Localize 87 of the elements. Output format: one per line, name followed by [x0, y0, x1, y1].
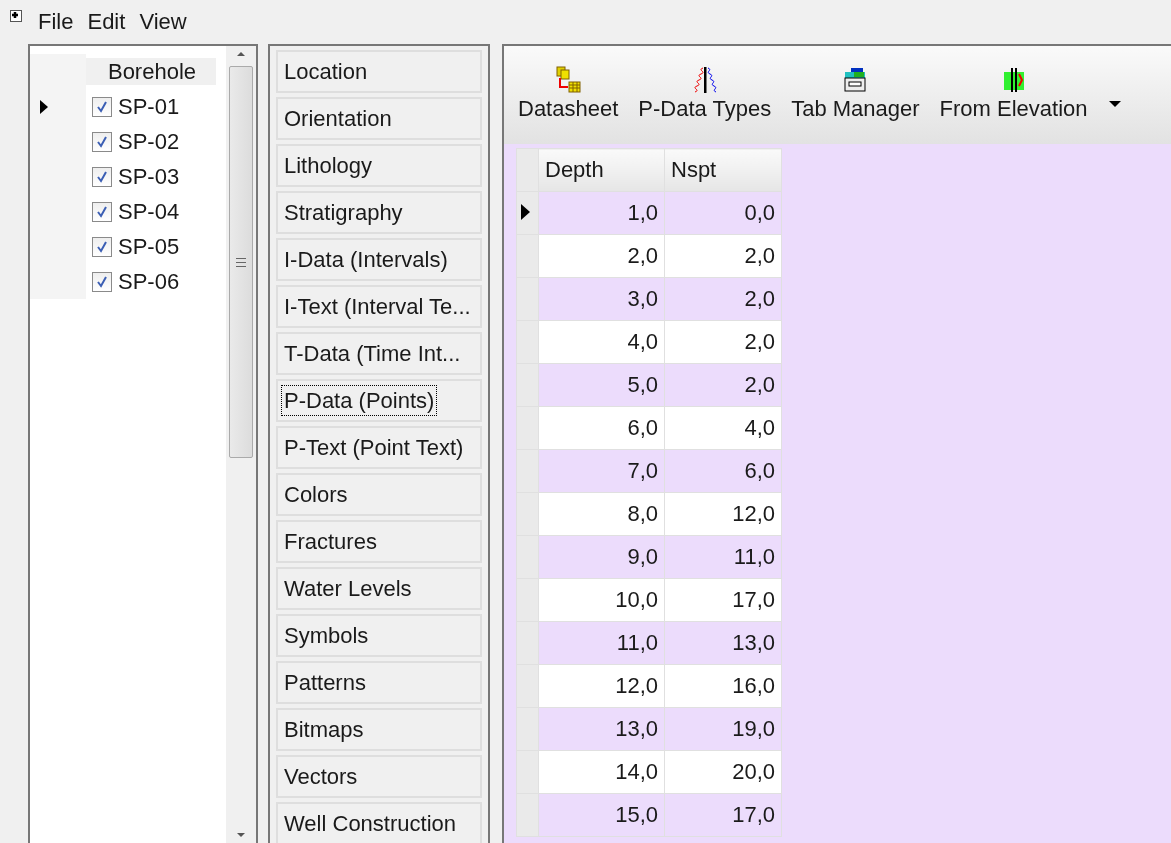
table-cell[interactable]: 16,0 — [664, 664, 782, 708]
table-cell[interactable]: 0,0 — [664, 191, 782, 235]
table-cell[interactable]: 12,0 — [538, 664, 665, 708]
grip-icon — [236, 257, 246, 267]
table-cell[interactable]: 4,0 — [664, 406, 782, 450]
category-button[interactable]: Symbols — [276, 614, 482, 657]
checkmark-icon — [95, 274, 109, 289]
toolbar-button[interactable]: Tab Manager — [791, 66, 920, 122]
scroll-up-icon[interactable] — [237, 52, 245, 56]
row-header — [516, 148, 539, 192]
column-header[interactable]: Nspt — [664, 148, 782, 192]
category-button[interactable]: Patterns — [276, 661, 482, 704]
dropdown-caret-icon[interactable] — [1107, 100, 1122, 108]
current-row-icon — [521, 204, 530, 220]
column-header[interactable]: Depth — [538, 148, 665, 192]
table-cell[interactable]: 6,0 — [538, 406, 665, 450]
checkmark-icon — [95, 169, 109, 184]
table-cell[interactable]: 11,0 — [538, 621, 665, 665]
datasheet-icon — [554, 66, 583, 94]
category-button[interactable]: P-Text (Point Text) — [276, 426, 482, 469]
table-cell[interactable]: 11,0 — [664, 535, 782, 579]
checkmark-icon — [95, 134, 109, 149]
checkbox[interactable] — [92, 271, 112, 292]
table-cell[interactable]: 17,0 — [664, 578, 782, 622]
category-button[interactable]: P-Data (Points) — [276, 379, 482, 422]
column-header: Borehole — [86, 58, 216, 85]
table-cell[interactable]: 10,0 — [538, 578, 665, 622]
category-button[interactable]: Colors — [276, 473, 482, 516]
table-cell[interactable]: 13,0 — [664, 621, 782, 665]
borehole-name[interactable]: SP-03 — [118, 163, 180, 190]
table-cell[interactable]: 3,0 — [538, 277, 665, 321]
borehole-name[interactable]: SP-01 — [118, 93, 180, 120]
table-cell[interactable]: 2,0 — [664, 234, 782, 278]
table-cell[interactable]: 13,0 — [538, 707, 665, 751]
table-cell[interactable]: 8,0 — [538, 492, 665, 536]
row-header[interactable] — [516, 191, 539, 235]
toolbar-button[interactable]: P-Data Types — [638, 66, 772, 122]
window-icon[interactable] — [10, 10, 22, 22]
checkmark-icon — [95, 239, 109, 254]
toolbar-button[interactable]: From Elevation — [939, 66, 1088, 122]
category-button[interactable]: T-Data (Time Int... — [276, 332, 482, 375]
checkbox[interactable] — [92, 166, 112, 187]
table-cell[interactable]: 19,0 — [664, 707, 782, 751]
table-cell[interactable]: 7,0 — [538, 449, 665, 493]
scroll-down-icon[interactable] — [237, 833, 245, 837]
category-button[interactable]: I-Text (Interval Te... — [276, 285, 482, 328]
table-cell[interactable]: 15,0 — [538, 793, 665, 837]
table-cell[interactable]: 6,0 — [664, 449, 782, 493]
checkbox[interactable] — [92, 236, 112, 257]
category-button[interactable]: Stratigraphy — [276, 191, 482, 234]
borehole-name[interactable]: SP-04 — [118, 198, 180, 225]
table-cell[interactable]: 2,0 — [538, 234, 665, 278]
table-cell[interactable]: 2,0 — [664, 277, 782, 321]
scrollbar[interactable] — [226, 46, 256, 843]
borehole-name[interactable]: SP-06 — [118, 268, 180, 295]
table-cell[interactable]: 20,0 — [664, 750, 782, 794]
checkbox[interactable] — [92, 96, 112, 117]
category-button[interactable]: Bitmaps — [276, 708, 482, 751]
category-button[interactable]: Fractures — [276, 520, 482, 563]
scrollbar-thumb[interactable] — [229, 66, 253, 458]
borehole-name[interactable]: SP-02 — [118, 128, 180, 155]
category-button[interactable]: I-Data (Intervals) — [276, 238, 482, 281]
category-button[interactable]: Lithology — [276, 144, 482, 187]
category-button[interactable]: Location — [276, 50, 482, 93]
checkbox[interactable] — [92, 131, 112, 152]
toolbar-button[interactable]: Datasheet — [518, 66, 619, 122]
category-button[interactable]: Orientation — [276, 97, 482, 140]
checkmark-icon — [95, 99, 109, 114]
table-cell[interactable]: 9,0 — [538, 535, 665, 579]
menu-item[interactable]: File — [38, 9, 74, 35]
menu-item[interactable]: Edit — [87, 9, 126, 35]
category-button[interactable]: Vectors — [276, 755, 482, 798]
table-cell[interactable]: 2,0 — [664, 363, 782, 407]
category-button[interactable]: Well Construction — [276, 802, 482, 843]
table-cell[interactable]: 4,0 — [538, 320, 665, 364]
menu-item[interactable]: View — [139, 9, 187, 35]
current-row-icon — [40, 99, 48, 114]
checkmark-icon — [95, 204, 109, 219]
table-cell[interactable]: 12,0 — [664, 492, 782, 536]
table-cell[interactable]: 1,0 — [538, 191, 665, 235]
borehole-name[interactable]: SP-05 — [118, 233, 180, 260]
table-cell[interactable]: 2,0 — [664, 320, 782, 364]
category-button[interactable]: Water Levels — [276, 567, 482, 610]
table-cell[interactable]: 17,0 — [664, 793, 782, 837]
table-cell[interactable]: 5,0 — [538, 363, 665, 407]
checkbox[interactable] — [92, 201, 112, 222]
table-cell[interactable]: 14,0 — [538, 750, 665, 794]
